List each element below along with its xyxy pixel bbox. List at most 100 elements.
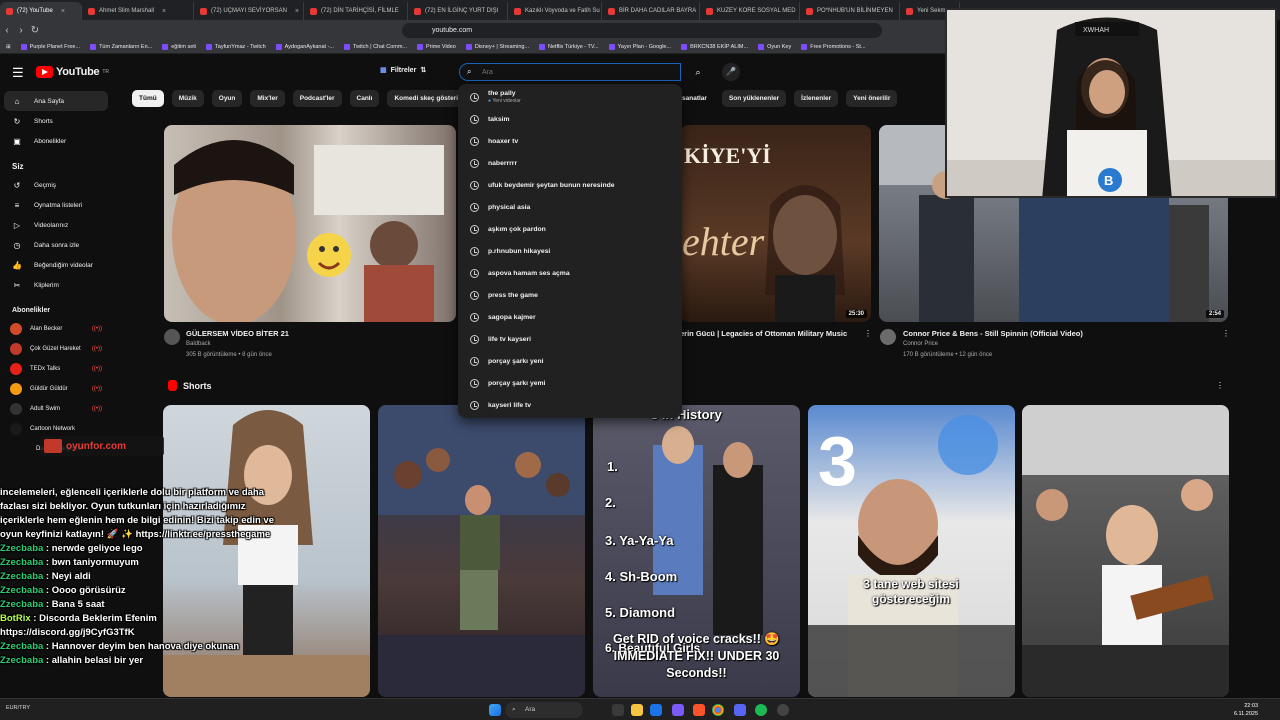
search-input[interactable]	[482, 67, 662, 78]
voice-search-icon[interactable]: 🎤	[722, 63, 740, 81]
apps-icon[interactable]: ⊞	[6, 44, 11, 50]
video-thumbnail-1[interactable]	[164, 125, 456, 322]
search-suggestion[interactable]: sagopa kajmer	[458, 306, 682, 328]
search-suggestion[interactable]: porçay şarkı yeni	[458, 350, 682, 372]
sidebar-channel[interactable]: TEDx Talks ((•))	[0, 359, 112, 379]
channel-avatar[interactable]	[880, 329, 896, 345]
filters-button[interactable]: ▦ Filtreler ⇅	[380, 66, 426, 75]
search-suggestion[interactable]: p.rhnubun hikayesi	[458, 240, 682, 262]
filter-chip[interactable]: Tümü	[132, 90, 164, 107]
filter-chip[interactable]: Yeni önerilir	[846, 90, 898, 107]
sidebar-item-like[interactable]: 👍 Beğendiğim videolar	[0, 255, 112, 275]
bookmark-item[interactable]: AydoganAykanat -...	[275, 43, 334, 50]
menu-icon[interactable]: ☰	[12, 65, 24, 81]
search-suggestion[interactable]: hoaxer tv	[458, 130, 682, 152]
search-suggestion[interactable]: the pally ● Yeni videolar	[458, 86, 682, 108]
sidebar-item-your-videos[interactable]: ▷ Videolarınız	[0, 215, 112, 235]
bookmark-item[interactable]: Twitch | Chat Comm...	[344, 43, 407, 50]
sidebar-item-subscriptions[interactable]: ▣ Abonelikler	[0, 131, 112, 151]
chrome-icon[interactable]	[712, 704, 724, 716]
bookmark-item[interactable]: Tüm Zamanların En...	[90, 43, 152, 50]
search-suggestion[interactable]: aşkım çok pardon	[458, 218, 682, 240]
short-card-3[interactable]: s In History 1. 2. 3. Ya-Ya-Ya 4. Sh-Boo…	[593, 405, 800, 697]
browser-tab[interactable]: (72) UÇMAYI SEVİYORSAN ×	[194, 2, 304, 20]
discord-icon[interactable]	[734, 704, 746, 716]
filter-chip[interactable]: Podcast'ler	[292, 90, 342, 107]
search-box[interactable]: ⌕	[459, 63, 681, 81]
sidebar-item-clips[interactable]: ✂ Kliplerim	[0, 275, 112, 295]
search-suggestion[interactable]: porçay şarkı yemi	[458, 372, 682, 394]
tab-close-icon[interactable]: ×	[295, 8, 299, 15]
edge-icon[interactable]	[650, 704, 662, 716]
more-options-icon[interactable]: ⋮	[864, 329, 872, 338]
sidebar-subscriptions-heading[interactable]: Abonelikler	[0, 301, 112, 319]
tab-close-icon[interactable]: ×	[61, 8, 65, 15]
taskbar-widget[interactable]: EUR/TRY	[6, 705, 30, 711]
youtube-logo[interactable]: YouTube TR	[36, 66, 109, 78]
bookmark-item[interactable]: Netflix Türkiye - TV...	[539, 43, 599, 50]
video-thumbnail-2[interactable]: KİYE'Yİ ehter 25:30	[680, 125, 871, 322]
sidebar-item-home[interactable]: ⌂ Ana Sayfa	[4, 91, 108, 111]
video-title[interactable]: Connor Price & Bens - Still Spinnin (Off…	[903, 329, 1083, 338]
sidebar-channel[interactable]: Alan Becker ((•))	[0, 319, 112, 339]
video-title[interactable]: erin Gücü | Legacies of Ottoman Military…	[680, 329, 847, 338]
tab-close-icon[interactable]: ×	[162, 8, 166, 15]
search-suggestion[interactable]: physical asia	[458, 196, 682, 218]
reload-icon[interactable]: ↻	[28, 25, 42, 36]
taskbar-search[interactable]: ⌕ Ara	[505, 702, 583, 718]
search-button[interactable]: ⌕	[686, 63, 710, 81]
filter-chip[interactable]: Oyun	[211, 90, 243, 107]
bookmark-item[interactable]: Free Promotions - St...	[801, 43, 866, 50]
browser-tab[interactable]: BİR DAHA CADILAR BAYRA×	[602, 2, 700, 20]
bookmark-item[interactable]: Oyun Key	[758, 43, 791, 50]
sidebar-channel[interactable]: Çok Güzel Hareket ((•))	[0, 339, 112, 359]
video-channel[interactable]: Baldback	[186, 341, 211, 347]
sidebar-channel[interactable]: Güldür Güldür ((•))	[0, 379, 112, 399]
bookmark-item[interactable]: Yayın Plan - Google...	[608, 43, 671, 50]
app-icon[interactable]	[672, 704, 684, 716]
browser-tab[interactable]: (72) EN İLGİNÇ YURT DIŞI×	[408, 2, 508, 20]
bookmark-item[interactable]: Purple Planet Free...	[20, 43, 80, 50]
filter-chip[interactable]: Mix'ler	[250, 90, 285, 107]
filter-chip[interactable]: Son yüklenenler	[721, 90, 787, 107]
short-card-5[interactable]	[1022, 405, 1229, 697]
start-icon[interactable]	[489, 704, 501, 716]
sidebar-item-playlists[interactable]: ≡ Oynatma listeleri	[0, 195, 112, 215]
forward-icon[interactable]: ›	[14, 25, 28, 36]
sidebar-item-shorts[interactable]: ↻ Shorts	[0, 111, 112, 131]
browser-tab[interactable]: (72) YouTube ×	[0, 2, 82, 20]
browser-tab[interactable]: Kazıklı Voyvoda ve Fatih Su×	[508, 2, 602, 20]
search-suggestion[interactable]: naberrrrr	[458, 152, 682, 174]
search-suggestion[interactable]: aspova hamam ses açma	[458, 262, 682, 284]
bookmark-item[interactable]: Prime Video	[417, 43, 456, 50]
video-channel[interactable]: Connor Price	[903, 341, 938, 347]
channel-avatar[interactable]	[164, 329, 180, 345]
search-suggestion[interactable]: press the game	[458, 284, 682, 306]
bookmark-item[interactable]: BRKCN38 EKİP ALIM...	[681, 43, 748, 50]
filter-chip[interactable]: İzlenenler	[794, 90, 839, 107]
file-explorer-icon[interactable]	[631, 704, 643, 716]
browser-tab[interactable]: KUZEY KORE SOSYAL MED×	[700, 2, 800, 20]
spotify-icon[interactable]	[755, 704, 767, 716]
shorts-more-icon[interactable]: ⋮	[1216, 381, 1224, 390]
sidebar-channel[interactable]: Adult Swim ((•))	[0, 399, 112, 419]
bookmark-item[interactable]: Disney+ | Streaming...	[465, 43, 529, 50]
sidebar-item-history[interactable]: ↺ Geçmiş	[0, 175, 112, 195]
bookmark-item[interactable]: TayfunYmaz - Twitch	[206, 43, 266, 50]
more-options-icon[interactable]: ⋮	[1222, 329, 1230, 338]
short-card-2[interactable]	[378, 405, 585, 697]
back-icon[interactable]: ‹	[0, 25, 14, 36]
browser-tab[interactable]: PO*NHUB'UN BİLİNMEYEN×	[800, 2, 900, 20]
taskbar-clock[interactable]: 22:03 6.11.2025	[1234, 702, 1258, 718]
search-suggestion[interactable]: life tv kayseri	[458, 328, 682, 350]
sidebar-you-heading[interactable]: Siz	[0, 157, 112, 175]
sidebar-item-watch-later[interactable]: ◷ Daha sonra izle	[0, 235, 112, 255]
browser-tab[interactable]: (72) DİN TARİHÇİSİ, FİLMLE×	[304, 2, 408, 20]
task-view-icon[interactable]	[612, 704, 624, 716]
url-field[interactable]: youtube.com	[402, 22, 882, 38]
search-suggestion[interactable]: ufuk beydemir şeytan bunun neresinde	[458, 174, 682, 196]
browser-tab[interactable]: Ahmet Slim Marshall ×	[82, 2, 194, 20]
filter-chip[interactable]: Müzik	[171, 90, 204, 107]
obs-icon[interactable]	[777, 704, 789, 716]
video-title[interactable]: GÜLERSEM VİDEO BİTER 21	[186, 329, 289, 338]
